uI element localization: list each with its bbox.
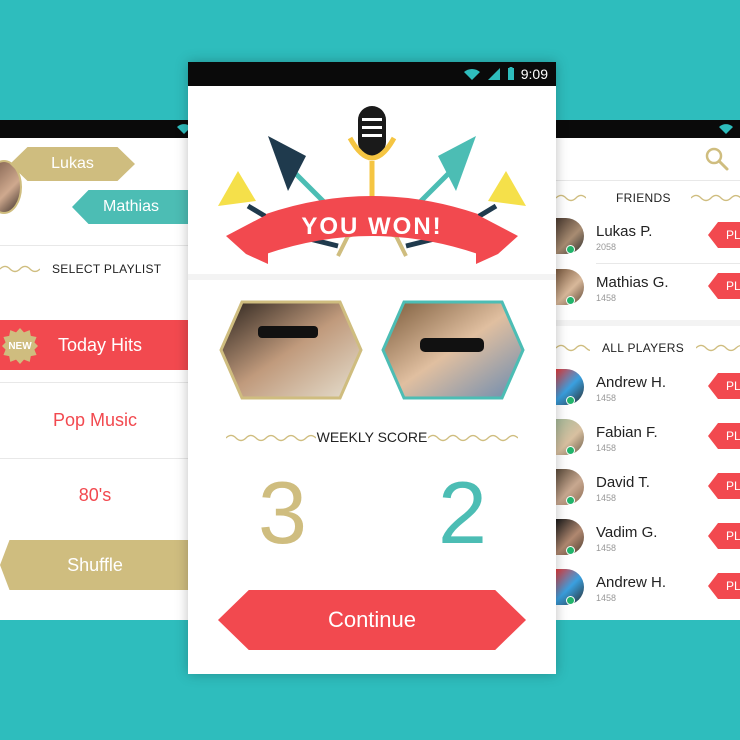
- playlist-item-80s[interactable]: 80's: [0, 485, 190, 506]
- player-name: Mathias: [102, 198, 160, 215]
- microphone-icon: [347, 106, 397, 206]
- player-name: Lukas P.: [596, 223, 653, 240]
- player-chip-mathias[interactable]: Mathias: [72, 190, 190, 224]
- player-one-score: 3: [258, 463, 307, 562]
- wifi-icon: [463, 68, 480, 80]
- online-indicator: [566, 596, 575, 605]
- all-players-title: ALL PLAYERS: [602, 341, 685, 355]
- playlist-item-pop-music[interactable]: Pop Music: [0, 410, 190, 431]
- ribbon-tail-right: [476, 214, 518, 264]
- wifi-icon: [719, 124, 733, 134]
- friend-row[interactable]: Lukas P. 2058 PL: [556, 213, 740, 263]
- divider: [188, 274, 556, 280]
- player-chip-lukas[interactable]: Lukas: [10, 147, 135, 181]
- online-indicator: [566, 396, 575, 405]
- play-button[interactable]: PL: [708, 222, 740, 248]
- continue-button[interactable]: Continue: [218, 590, 526, 650]
- pennant-flag: [488, 171, 526, 206]
- play-button[interactable]: PL: [708, 373, 740, 399]
- online-indicator: [566, 546, 575, 555]
- signal-icon: [487, 68, 500, 80]
- status-bar: [0, 120, 190, 138]
- online-indicator: [566, 446, 575, 455]
- player-two-score: 2: [438, 463, 487, 562]
- player-two-avatar: [381, 300, 525, 400]
- divider: [0, 458, 190, 459]
- player-score: 1458: [596, 493, 617, 503]
- you-won-banner: YOU WON!: [218, 106, 526, 264]
- player-score: 1458: [596, 393, 617, 403]
- divider: [0, 245, 190, 246]
- section-title: SELECT PLAYLIST: [52, 262, 162, 276]
- online-indicator: [566, 245, 575, 254]
- player-name: Andrew H.: [596, 574, 667, 591]
- status-time: 9:09: [520, 66, 548, 82]
- shuffle-button[interactable]: Shuffle: [0, 540, 190, 590]
- player-name: Andrew H.: [596, 374, 667, 391]
- player-score: 2058: [596, 242, 617, 252]
- wave-ornament: [0, 265, 40, 273]
- divider: [556, 180, 740, 181]
- player-row[interactable]: David T. 1458 PL: [556, 464, 740, 514]
- player-score: 1458: [596, 443, 617, 453]
- divider: [0, 382, 190, 383]
- play-button[interactable]: PL: [708, 523, 740, 549]
- pennant-flag: [268, 136, 306, 191]
- ribbon-tail-left: [226, 214, 268, 264]
- play-button[interactable]: PL: [708, 273, 740, 299]
- play-button[interactable]: PL: [708, 473, 740, 499]
- pennant-flag: [218, 171, 256, 206]
- players-screen: FRIENDS Lukas P. 2058 PL Mathias G. 1458…: [556, 120, 740, 620]
- pennant-flag: [438, 136, 476, 191]
- wave-ornament: [556, 344, 590, 352]
- play-button[interactable]: PL: [708, 573, 740, 599]
- wave-ornament: [696, 344, 740, 352]
- player-score: 1458: [596, 543, 617, 553]
- player-score: 1458: [596, 293, 617, 303]
- player-name: Vadim G.: [596, 524, 658, 541]
- play-button[interactable]: PL: [708, 423, 740, 449]
- player-row[interactable]: Andrew H. 1458 PL: [556, 564, 740, 614]
- player-row[interactable]: Andrew H. 1458 PL: [556, 364, 740, 414]
- wave-ornament: [556, 194, 586, 202]
- player-name: Mathias G.: [596, 274, 669, 291]
- status-bar: [556, 120, 740, 138]
- player-one-avatar: [219, 300, 363, 400]
- section-divider: [556, 320, 740, 326]
- friends-title: FRIENDS: [616, 191, 671, 205]
- player-name: Lukas: [51, 155, 94, 172]
- friend-row[interactable]: Mathias G. 1458 PL: [556, 264, 740, 314]
- player-name: Fabian F.: [596, 424, 658, 441]
- online-indicator: [566, 296, 575, 305]
- status-bar: 9:09: [188, 62, 556, 86]
- player-score: 1458: [596, 593, 617, 603]
- player-row[interactable]: Fabian F. 1458 PL: [556, 414, 740, 464]
- battery-icon: [507, 67, 514, 80]
- you-won-screen: 9:09 YOU WON! WEEKLY SCORE 3 2 Continue: [188, 62, 556, 674]
- banner-text: YOU WON!: [301, 213, 442, 240]
- wave-ornament: [691, 194, 740, 202]
- player-row[interactable]: Vadim G. 1458 PL: [556, 514, 740, 564]
- online-indicator: [566, 496, 575, 505]
- select-playlist-screen: Lukas Mathias SELECT PLAYLIST NEW Today …: [0, 120, 190, 620]
- search-button[interactable]: [704, 146, 730, 172]
- weekly-score-label: WEEKLY SCORE: [316, 429, 428, 445]
- search-icon: [705, 147, 729, 171]
- player-name: David T.: [596, 474, 650, 491]
- playlist-label: Today Hits: [58, 335, 143, 355]
